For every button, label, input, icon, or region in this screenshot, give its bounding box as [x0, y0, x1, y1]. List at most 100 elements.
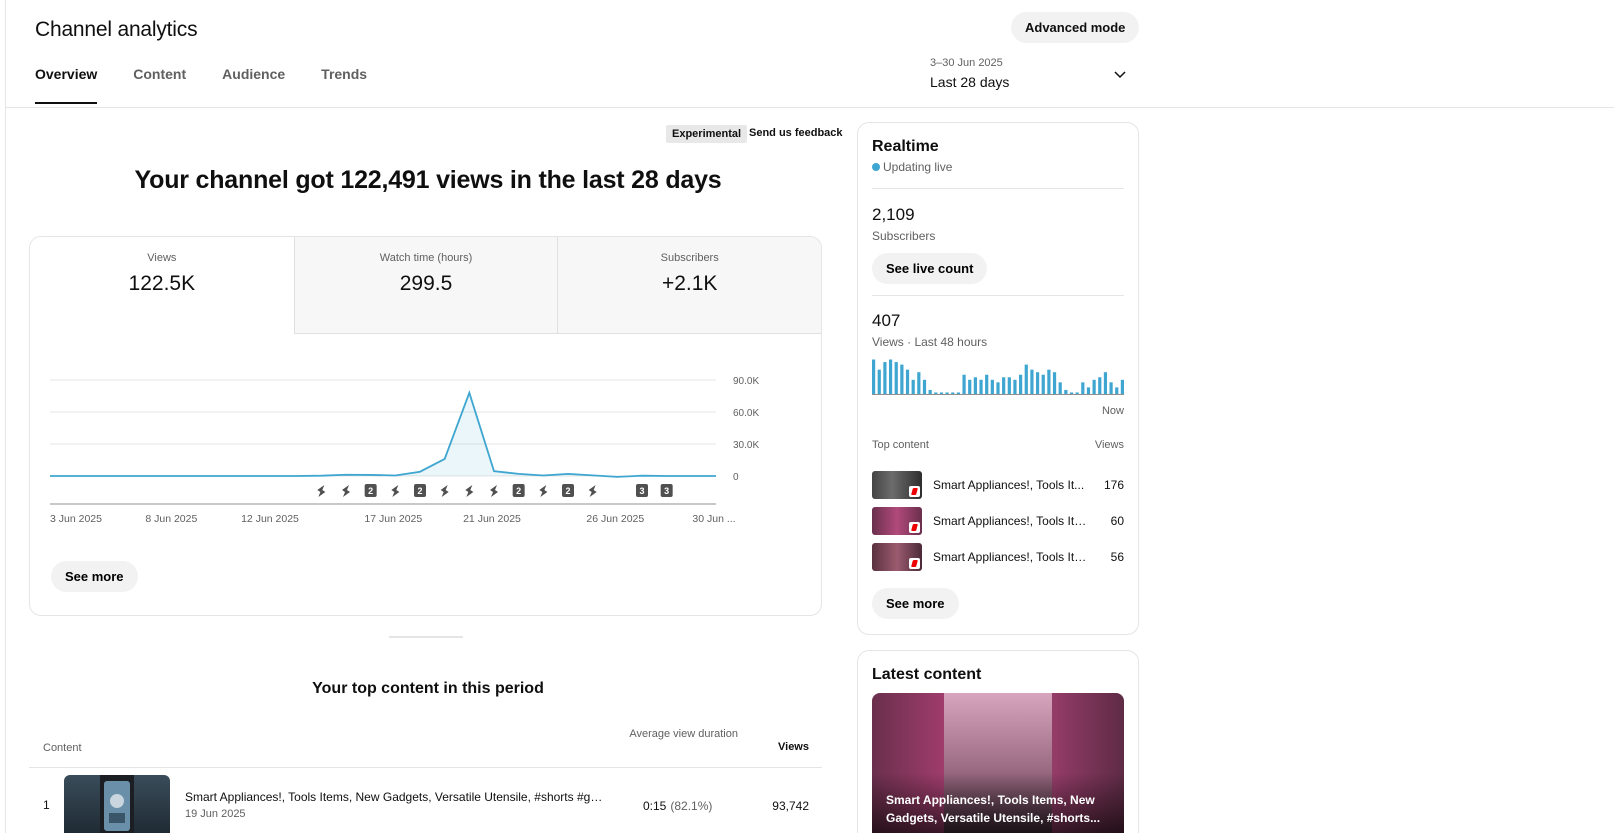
realtime-bar — [1030, 369, 1034, 395]
realtime-bar — [1024, 364, 1028, 395]
realtime-bar — [911, 379, 915, 395]
realtime-status-label: Updating live — [883, 160, 953, 174]
shorts-icon — [317, 485, 326, 497]
realtime-bar — [990, 379, 994, 395]
date-range-label: Last 28 days — [930, 74, 1010, 90]
metric-tab-watch-time[interactable]: Watch time (hours) 299.5 — [293, 237, 558, 334]
realtime-bar — [1120, 379, 1124, 395]
see-live-count-button[interactable]: See live count — [872, 253, 988, 284]
video-thumbnail[interactable] — [64, 775, 170, 833]
views-headline: Your channel got 122,491 views in the la… — [134, 166, 722, 194]
upload-count-label: 2 — [565, 486, 570, 496]
realtime-bar — [1047, 369, 1051, 395]
x-tick-label: 3 Jun 2025 — [50, 513, 102, 525]
realtime-bar — [1115, 387, 1119, 395]
top-content-label: Top content — [872, 439, 929, 451]
table-row[interactable]: 1 Smart Appliances!, Tools Items, New Ga… — [29, 768, 822, 833]
realtime-bar — [1019, 374, 1023, 395]
tab-audience[interactable]: Audience — [222, 64, 285, 104]
list-item[interactable]: Smart Appliances!, Tools Ite... 60 — [872, 507, 1124, 535]
row-rank: 1 — [43, 798, 50, 812]
realtime-bar — [872, 359, 876, 395]
realtime-bar — [979, 379, 983, 395]
video-title: Smart Appliances!, Tools Ite... — [933, 550, 1088, 564]
realtime-bar — [1041, 374, 1045, 395]
video-views: 56 — [1110, 550, 1124, 564]
x-tick-label: 21 Jun 2025 — [463, 513, 521, 525]
tab-bar: Overview Content Audience Trends — [35, 64, 403, 104]
realtime-bar — [877, 369, 881, 395]
realtime-bar — [1052, 372, 1057, 395]
realtime-see-more-button[interactable]: See more — [872, 588, 959, 619]
views-column-label: Views — [1094, 439, 1124, 451]
upload-count-label: 2 — [516, 486, 521, 496]
see-more-button[interactable]: See more — [51, 561, 138, 592]
shorts-icon — [909, 522, 920, 533]
realtime-bar — [1092, 379, 1096, 395]
video-avd: 0:15 (82.1%) — [643, 799, 712, 813]
metric-label: Views — [147, 252, 177, 264]
realtime-bar — [1103, 372, 1108, 395]
x-tick-label: 12 Jun 2025 — [241, 513, 299, 525]
metric-tab-subscribers[interactable]: Subscribers +2.1K — [557, 237, 821, 334]
list-item[interactable]: Smart Appliances!, Tools Ite... 56 — [872, 543, 1124, 571]
experimental-badge: Experimental — [666, 125, 748, 143]
realtime-views-label: Views · Last 48 hours — [872, 335, 988, 349]
video-title[interactable]: Smart Appliances!, Tools Items, New Gadg… — [185, 790, 605, 804]
realtime-bar — [900, 364, 904, 395]
realtime-bar — [917, 372, 921, 395]
divider — [872, 188, 1124, 189]
shorts-icon — [391, 485, 400, 497]
column-header-views[interactable]: Views — [759, 741, 809, 753]
realtime-bar — [883, 362, 887, 395]
live-dot-icon — [872, 163, 880, 171]
video-views: 176 — [1103, 478, 1124, 492]
realtime-card: Realtime Updating live 2,109 Subscribers… — [857, 122, 1139, 635]
realtime-status: Updating live — [872, 160, 952, 174]
video-date: 19 Jun 2025 — [185, 808, 246, 820]
shorts-icon — [490, 485, 498, 497]
shorts-icon — [342, 485, 350, 497]
tab-overview[interactable]: Overview — [35, 64, 98, 104]
y-tick-label: 30.0K — [733, 440, 759, 451]
realtime-bar — [1109, 382, 1113, 395]
video-thumbnail — [872, 543, 922, 571]
date-range-picker[interactable]: 3–30 Jun 2025 Last 28 days — [930, 57, 1130, 90]
shorts-icon — [909, 558, 920, 569]
views-line — [50, 390, 716, 478]
shorts-icon — [539, 485, 548, 497]
shorts-icon — [440, 485, 449, 497]
realtime-subscribers-label: Subscribers — [872, 229, 936, 243]
video-views: 60 — [1110, 514, 1124, 528]
realtime-bar — [1035, 372, 1040, 395]
realtime-bar — [1058, 382, 1062, 395]
video-title: Smart Appliances!, Tools Ite... — [933, 514, 1088, 528]
avd-value: 0:15 — [643, 799, 667, 813]
realtime-bar — [894, 362, 898, 395]
shorts-icon — [909, 486, 920, 497]
realtime-bar — [1002, 377, 1006, 395]
column-header-avd[interactable]: Average view duration — [609, 727, 738, 741]
advanced-mode-button[interactable]: Advanced mode — [1011, 12, 1140, 43]
realtime-now-label: Now — [1101, 405, 1124, 417]
column-header-content: Content — [43, 742, 82, 754]
realtime-bar — [1081, 382, 1085, 395]
list-item[interactable]: Smart Appliances!, Tools It... 176 — [872, 471, 1124, 499]
shorts-icon — [465, 485, 474, 497]
realtime-views-value: 407 — [872, 311, 901, 330]
send-feedback-link[interactable]: Send us feedback — [749, 127, 843, 139]
metric-tab-views[interactable]: Views 122.5K — [30, 237, 294, 334]
latest-video-thumbnail[interactable]: Smart Appliances!, Tools Items, New Gadg… — [872, 693, 1124, 833]
tab-content[interactable]: Content — [133, 64, 186, 104]
tab-trends[interactable]: Trends — [321, 64, 367, 104]
realtime-title: Realtime — [872, 138, 939, 155]
chevron-down-icon[interactable] — [1113, 68, 1127, 82]
video-thumbnail — [872, 507, 922, 535]
latest-content-title: Latest content — [872, 666, 982, 683]
page-title: Channel analytics — [35, 18, 198, 41]
top-content-title: Your top content in this period — [312, 680, 544, 697]
realtime-bar-chart — [872, 359, 1124, 395]
x-tick-label: 26 Jun 2025 — [586, 513, 644, 525]
views-chart: 0 30.0K 60.0K 90.0K 2 2 2 2 3 3 3 Jun 2025 8 Jun 20… — [50, 376, 759, 525]
realtime-bar — [1007, 377, 1011, 395]
